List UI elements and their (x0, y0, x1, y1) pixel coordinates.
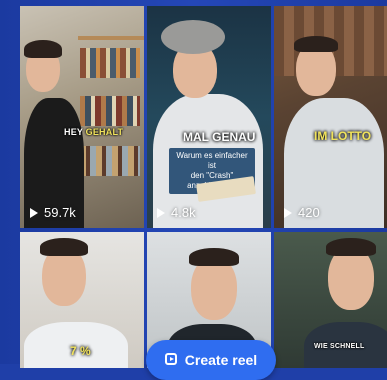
view-count: 4.8k (157, 205, 196, 220)
books (80, 48, 140, 78)
view-count: 420 (284, 205, 320, 220)
reel-tile-3[interactable]: IM LOTTO 420 (274, 6, 387, 228)
caption: 7 % (70, 344, 91, 358)
reel-icon (164, 353, 177, 365)
bookshelf (78, 36, 144, 40)
books (80, 146, 140, 176)
caption: MAL GENAU (183, 130, 256, 144)
create-reel-label: Create reel (184, 352, 258, 368)
reel-tile-6[interactable]: WIE SCHNELL (274, 232, 387, 368)
caption: WIE SCHNELL (314, 343, 365, 350)
reel-tile-4[interactable]: 7 % (20, 232, 144, 368)
play-icon (284, 207, 292, 218)
books (80, 96, 140, 126)
play-icon (157, 207, 165, 218)
play-icon (30, 207, 38, 218)
caption: HEY GEHALT (64, 127, 124, 137)
reel-tile-2[interactable]: MAL GENAU Warum es einfacher ist den "Cr… (147, 6, 271, 228)
reels-grid: HEY GEHALT 59.7k MAL GENAU Warum es einf… (20, 6, 387, 368)
create-reel-button[interactable]: Create reel (146, 340, 276, 380)
reel-tile-1[interactable]: HEY GEHALT 59.7k (20, 6, 144, 228)
view-count: 59.7k (30, 205, 76, 220)
caption: IM LOTTO (314, 129, 372, 143)
